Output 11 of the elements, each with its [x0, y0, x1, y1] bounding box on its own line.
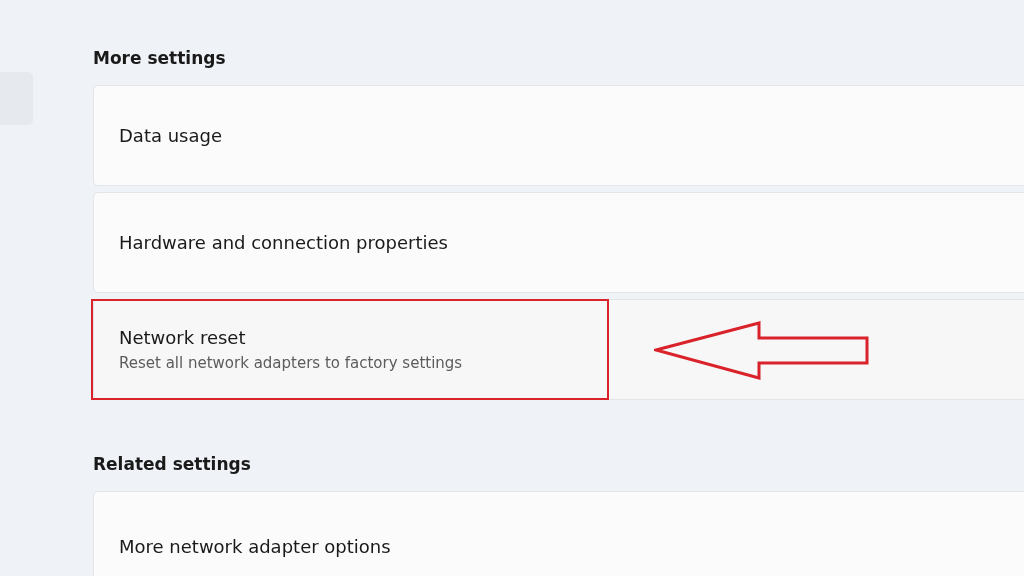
card-title: Hardware and connection properties: [119, 232, 449, 253]
section-heading: More settings: [93, 47, 227, 70]
settings-card[interactable]: More network adapter options: [93, 491, 1024, 576]
section-heading: Related settings: [93, 453, 252, 476]
settings-card[interactable]: Hardware and connection properties: [93, 192, 1024, 293]
settings-card[interactable]: Data usage: [93, 85, 1024, 186]
card-title: More network adapter options: [119, 535, 392, 557]
settings-card[interactable]: Network reset Reset all network adapters to factory settings: [93, 299, 1024, 400]
card-title: Data usage: [119, 125, 224, 146]
card-title: Network reset: [119, 327, 247, 348]
card-description: Reset all network adapters to factory settings: [119, 354, 464, 372]
